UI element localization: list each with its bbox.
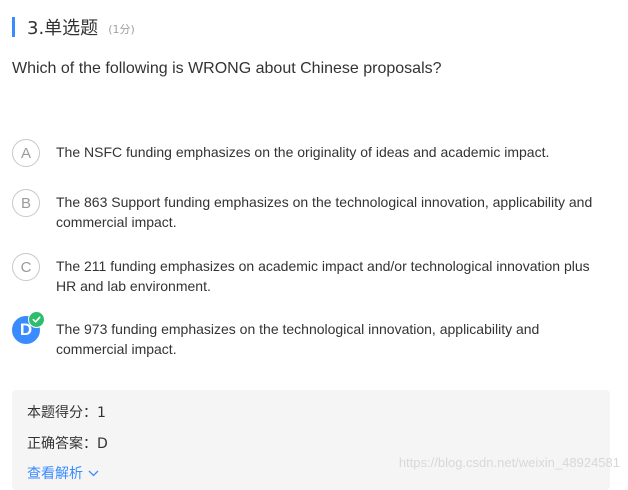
question-title: 3.单选题	[27, 18, 99, 39]
chevron-down-icon[interactable]	[88, 470, 99, 477]
correct-answer: 正确答案：D	[27, 436, 108, 452]
view-analysis-link[interactable]: 查看解析	[27, 463, 99, 483]
option-b-letter[interactable]: B	[12, 189, 40, 217]
option-b[interactable]: B The 863 Support funding emphasizes on …	[12, 189, 612, 232]
view-analysis-label[interactable]: 查看解析	[27, 463, 83, 483]
option-c-text: The 211 funding emphasizes on academic i…	[56, 258, 590, 294]
question-score-result: 本题得分：1	[27, 405, 106, 421]
question-header: 3.单选题 (1分)	[12, 16, 135, 39]
option-a[interactable]: A The NSFC funding emphasizes on the ori…	[12, 139, 612, 167]
check-icon	[28, 311, 45, 328]
answer-result-panel: 本题得分：1 正确答案：D 查看解析	[12, 390, 610, 490]
option-a-text: The NSFC funding emphasizes on the origi…	[56, 144, 550, 160]
option-c-letter[interactable]: C	[12, 253, 40, 281]
option-c[interactable]: C The 211 funding emphasizes on academic…	[12, 253, 612, 296]
option-b-text: The 863 Support funding emphasizes on th…	[56, 194, 593, 230]
option-d-text: The 973 funding emphasizes on the techno…	[56, 321, 540, 357]
watermark: https://blog.csdn.net/weixin_48924581	[398, 455, 620, 470]
question-text: Which of the following is WRONG about Ch…	[12, 60, 442, 77]
option-a-letter[interactable]: A	[12, 139, 40, 167]
accent-bar	[12, 17, 15, 37]
option-d-letter[interactable]: D	[12, 311, 45, 344]
question-score: (1分)	[108, 23, 135, 36]
option-d[interactable]: D The 973 funding emphasizes on the tech…	[12, 311, 612, 359]
